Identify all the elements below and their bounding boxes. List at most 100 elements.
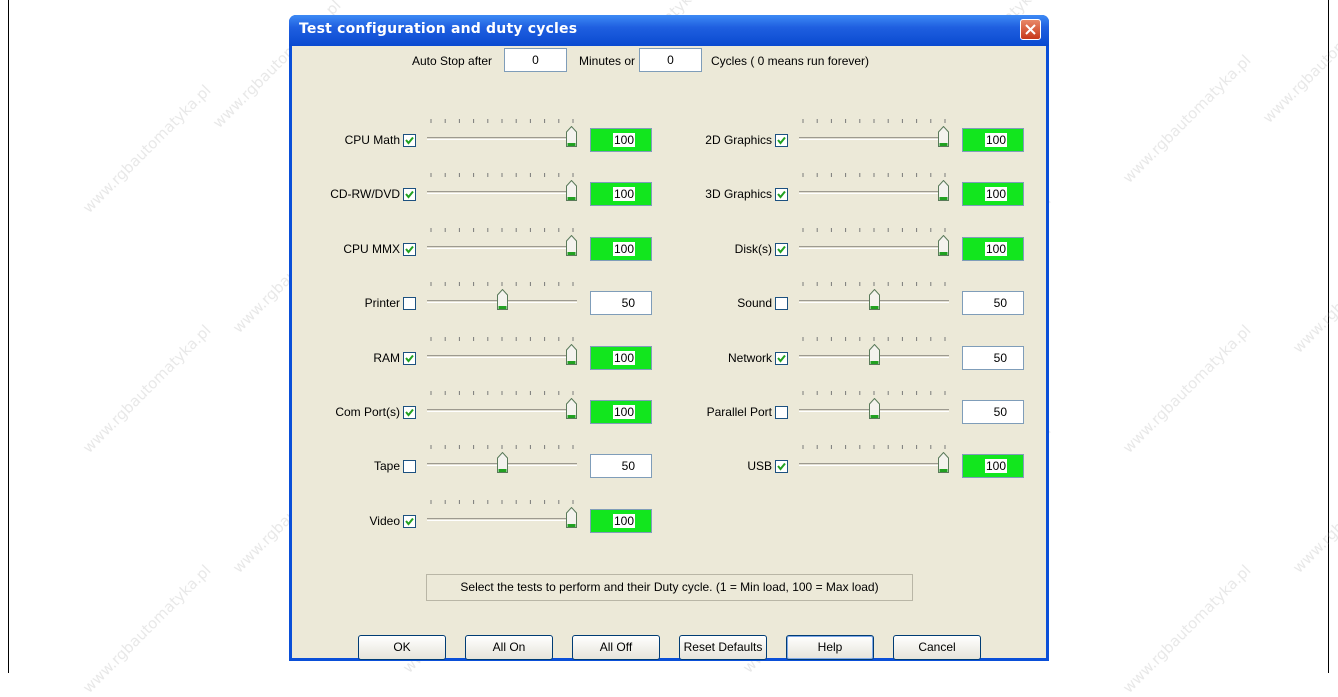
duty-cycle-value-text: 100	[612, 514, 635, 528]
slider-track	[427, 409, 577, 412]
slider-thumb[interactable]	[938, 452, 949, 473]
checkmark-icon	[777, 245, 786, 254]
test-label: Sound	[737, 296, 772, 310]
duty-cycle-slider[interactable]	[799, 443, 949, 483]
slider-thumb[interactable]	[938, 126, 949, 147]
test-label: Network	[727, 351, 772, 365]
test-checkbox[interactable]	[403, 134, 416, 147]
duty-cycle-value[interactable]: 100	[590, 237, 652, 261]
test-checkbox[interactable]	[775, 134, 788, 147]
test-checkbox[interactable]	[403, 406, 416, 419]
test-label: USB	[747, 459, 772, 473]
duty-cycle-slider[interactable]	[427, 335, 577, 375]
test-checkbox[interactable]	[403, 515, 416, 528]
reset-defaults-button[interactable]: Reset Defaults	[679, 635, 767, 660]
duty-cycle-slider[interactable]	[427, 226, 577, 266]
slider-thumb[interactable]	[869, 289, 880, 310]
duty-cycle-value-text: 100	[984, 133, 1007, 147]
slider-ticks	[430, 445, 574, 449]
duty-cycle-value[interactable]: 100	[962, 237, 1024, 261]
duty-cycle-value-text: 50	[993, 296, 1007, 310]
duty-cycle-value[interactable]: 100	[590, 128, 652, 152]
slider-thumb[interactable]	[938, 180, 949, 201]
slider-track	[799, 463, 949, 466]
duty-cycle-value[interactable]: 100	[590, 509, 652, 533]
test-checkbox[interactable]	[403, 352, 416, 365]
slider-thumb[interactable]	[566, 235, 577, 256]
slider-ticks	[430, 391, 574, 395]
duty-cycle-value[interactable]: 100	[962, 454, 1024, 478]
slider-thumb[interactable]	[566, 180, 577, 201]
test-label: CD-RW/DVD	[330, 187, 400, 201]
slider-thumb[interactable]	[497, 452, 508, 473]
duty-cycle-value[interactable]: 100	[590, 400, 652, 424]
test-label: CPU Math	[344, 133, 400, 147]
slider-thumb[interactable]	[869, 344, 880, 365]
duty-cycle-slider[interactable]	[799, 171, 949, 211]
duty-cycle-value-text: 100	[612, 242, 635, 256]
slider-track	[799, 137, 949, 140]
test-checkbox[interactable]	[775, 406, 788, 419]
test-checkbox[interactable]	[403, 243, 416, 256]
checkmark-icon	[405, 354, 414, 363]
slider-thumb[interactable]	[566, 507, 577, 528]
duty-cycle-value-text: 100	[984, 242, 1007, 256]
slider-track	[427, 191, 577, 194]
minutes-label: Minutes or	[579, 54, 636, 68]
duty-cycle-slider[interactable]	[427, 389, 577, 429]
test-checkbox[interactable]	[403, 188, 416, 201]
slider-thumb[interactable]	[869, 398, 880, 419]
duty-cycle-value[interactable]: 50	[962, 291, 1024, 315]
duty-cycle-slider[interactable]	[799, 389, 949, 429]
duty-cycle-value[interactable]: 100	[590, 182, 652, 206]
test-checkbox[interactable]	[775, 352, 788, 365]
slider-thumb[interactable]	[938, 235, 949, 256]
close-button[interactable]	[1020, 19, 1041, 40]
duty-cycle-slider[interactable]	[799, 280, 949, 320]
title-bar[interactable]: Test configuration and duty cycles	[289, 15, 1049, 46]
duty-cycle-slider[interactable]	[427, 498, 577, 538]
slider-track	[799, 246, 949, 249]
duty-cycle-value[interactable]: 100	[962, 128, 1024, 152]
slider-thumb[interactable]	[566, 126, 577, 147]
duty-cycle-value[interactable]: 50	[962, 400, 1024, 424]
duty-cycle-value[interactable]: 100	[962, 182, 1024, 206]
duty-cycle-value[interactable]: 100	[590, 346, 652, 370]
duty-cycle-slider[interactable]	[427, 280, 577, 320]
test-label: RAM	[373, 351, 400, 365]
test-checkbox[interactable]	[775, 188, 788, 201]
duty-cycle-slider[interactable]	[799, 335, 949, 375]
minutes-input[interactable]: 0	[504, 48, 567, 72]
test-checkbox[interactable]	[403, 297, 416, 310]
ok-button[interactable]: OK	[358, 635, 446, 660]
cycles-input[interactable]: 0	[639, 48, 702, 72]
slider-ticks	[430, 173, 574, 177]
slider-track	[427, 518, 577, 521]
test-label: Com Port(s)	[335, 405, 400, 419]
autostop-prefix: Auto Stop after	[412, 54, 493, 68]
duty-cycle-value[interactable]: 50	[590, 291, 652, 315]
cycles-label: Cycles ( 0 means run forever)	[711, 54, 870, 68]
slider-thumb[interactable]	[566, 398, 577, 419]
help-button[interactable]: Help	[786, 635, 874, 660]
duty-cycle-value[interactable]: 50	[590, 454, 652, 478]
test-checkbox[interactable]	[775, 243, 788, 256]
duty-cycle-slider[interactable]	[427, 171, 577, 211]
duty-cycle-slider[interactable]	[427, 443, 577, 483]
test-checkbox[interactable]	[775, 297, 788, 310]
all-off-button[interactable]: All Off	[572, 635, 660, 660]
all-on-button[interactable]: All On	[465, 635, 553, 660]
duty-cycle-value-text: 100	[612, 187, 635, 201]
slider-track	[427, 137, 577, 140]
test-checkbox[interactable]	[775, 460, 788, 473]
slider-thumb[interactable]	[566, 344, 577, 365]
slider-thumb[interactable]	[497, 289, 508, 310]
duty-cycle-value[interactable]: 50	[962, 346, 1024, 370]
test-checkbox[interactable]	[403, 460, 416, 473]
duty-cycle-slider[interactable]	[799, 117, 949, 157]
checkmark-icon	[405, 245, 414, 254]
duty-cycle-slider[interactable]	[427, 117, 577, 157]
cancel-button[interactable]: Cancel	[893, 635, 981, 660]
duty-cycle-slider[interactable]	[799, 226, 949, 266]
test-label: Parallel Port	[706, 405, 772, 419]
